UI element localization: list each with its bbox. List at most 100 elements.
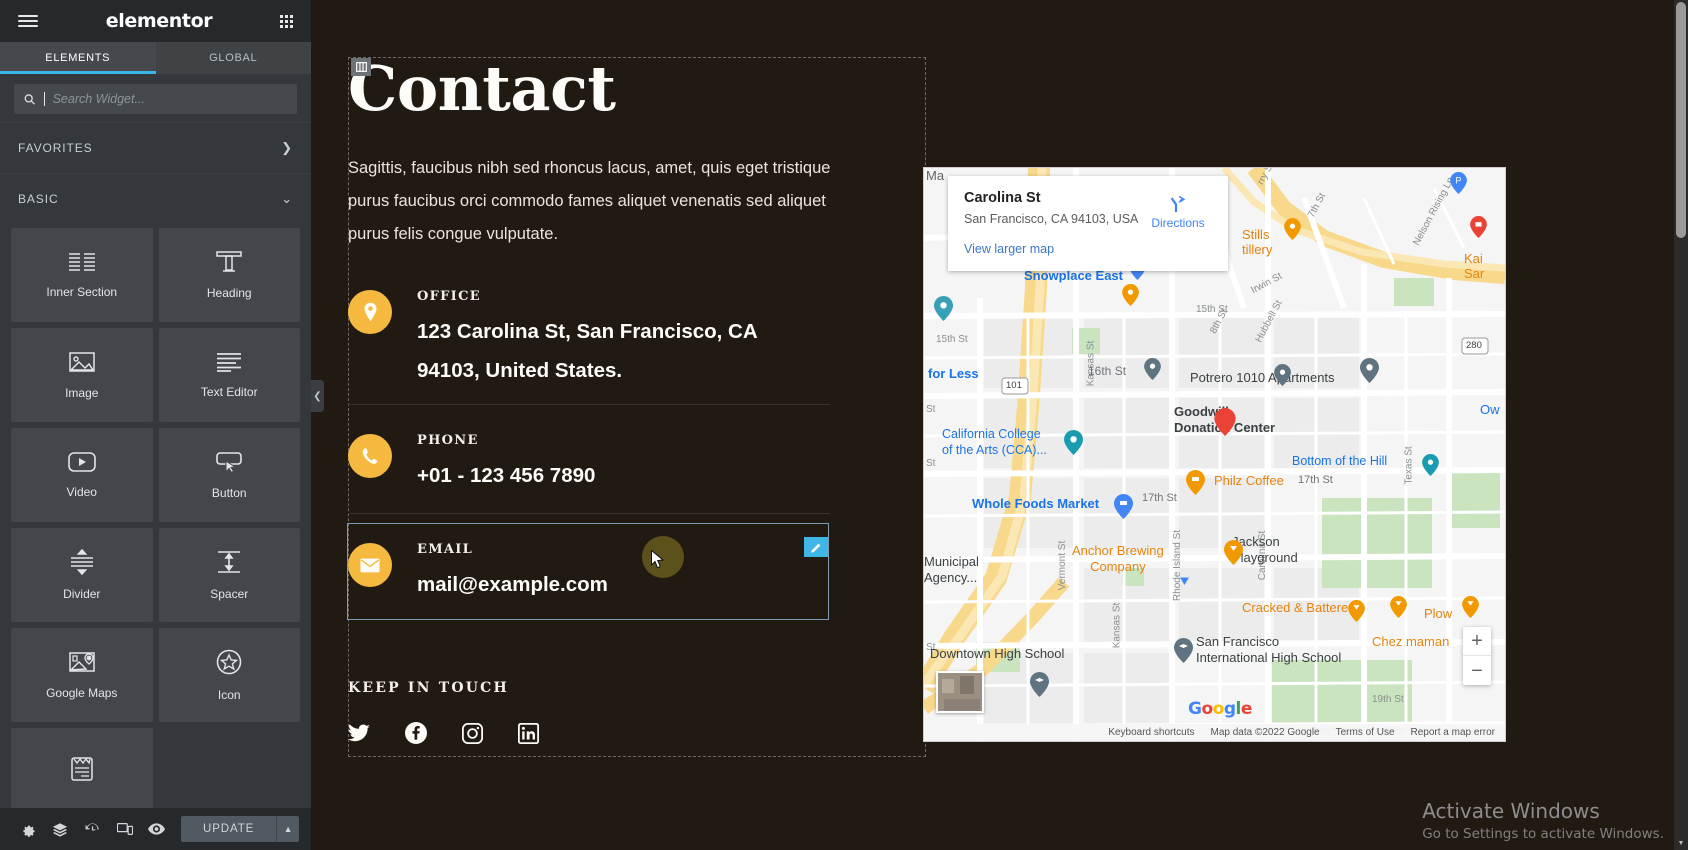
google-logo-letter: G <box>1188 699 1202 719</box>
eye-preview-icon[interactable] <box>141 808 173 850</box>
widget-icon[interactable]: Icon <box>158 627 300 722</box>
map-pin-grey-3[interactable] <box>1360 358 1379 383</box>
google-logo-letter: e <box>1240 699 1253 719</box>
widget-divider[interactable]: Divider <box>11 527 153 622</box>
hamburger-menu-icon[interactable] <box>18 15 38 27</box>
google-logo[interactable]: Google <box>1188 699 1252 719</box>
map-poi-label[interactable]: Municipal Agency... <box>924 554 979 587</box>
map-poi-label[interactable]: Potrero 1010 Apartments <box>1190 370 1335 385</box>
widget-image[interactable]: Image <box>11 327 153 422</box>
map-poi-label[interactable]: Anchor Brewing Company <box>1072 543 1164 576</box>
widget-text-editor[interactable]: Text Editor <box>158 327 300 422</box>
map-street-label: 16th St <box>1088 364 1127 378</box>
panel-footer: UPDATE ▲ <box>0 808 311 850</box>
map-pin-orange-plow[interactable] <box>1390 596 1409 621</box>
caret-up-icon[interactable]: ▲ <box>276 816 299 842</box>
zoom-in-button[interactable]: + <box>1463 627 1491 656</box>
info-row-office[interactable]: OFFICE 123 Carolina St, San Francisco, C… <box>348 275 830 382</box>
report-map-error-link[interactable]: Report a map error <box>1411 727 1495 738</box>
app-grid-icon[interactable] <box>280 14 293 28</box>
map-poi-label[interactable]: San Francisco International High School <box>1196 634 1341 667</box>
directions-button[interactable]: Directions <box>1142 192 1214 230</box>
map-pin-teal[interactable] <box>934 296 953 321</box>
map-pin-teal-cca[interactable] <box>1064 430 1083 455</box>
tab-global[interactable]: GLOBAL <box>156 42 312 74</box>
map-pin-grey-2[interactable] <box>1144 358 1163 383</box>
map-poi-label[interactable]: for Less <box>928 366 979 381</box>
map-poi-label[interactable]: Downtown High School <box>930 646 1064 661</box>
page-scrollbar[interactable]: ▲ ▼ <box>1674 0 1688 850</box>
intro-paragraph: Sagittis, faucibus nibh sed rhoncus lacu… <box>348 159 831 243</box>
map-pin-orange-cracked[interactable] <box>1348 600 1367 625</box>
map-pin-blue-arrow <box>1180 536 1199 561</box>
zoom-out-button[interactable]: − <box>1463 656 1491 685</box>
map-pin-red[interactable] <box>1470 216 1489 241</box>
widget-label: Text Editor <box>200 384 258 399</box>
page-title: Contact <box>348 52 616 125</box>
map-pin-orange-4[interactable] <box>1122 284 1141 309</box>
map-poi-label[interactable]: Stills tillery <box>1242 227 1272 258</box>
category-basic[interactable]: BASIC ⌄ <box>0 172 311 224</box>
map-poi-label[interactable]: Whole Foods Market <box>972 496 1099 511</box>
map-pin-grey[interactable] <box>1274 364 1293 389</box>
search-box[interactable] <box>14 84 297 114</box>
map-poi-label[interactable]: Kai Sar <box>1464 251 1484 282</box>
info-row-email[interactable]: EMAIL mail@example.com <box>348 528 830 614</box>
tab-elements[interactable]: ELEMENTS <box>0 42 156 74</box>
info-row-phone[interactable]: PHONE +01 - 123 456 7890 <box>348 419 830 511</box>
instagram-icon[interactable] <box>461 722 484 749</box>
map-pin-teal-2[interactable] <box>1422 454 1441 479</box>
twitter-bird-icon[interactable] <box>348 723 370 748</box>
map-pin-orange-chez[interactable] <box>1462 596 1481 621</box>
google-logo-letter: o <box>1201 699 1213 719</box>
facebook-circle-icon[interactable] <box>405 722 427 749</box>
map-pin-orange-philz[interactable] <box>1186 470 1205 495</box>
history-clock-icon[interactable] <box>76 808 108 850</box>
widget-heading[interactable]: Heading <box>158 227 300 322</box>
widget-label: Video <box>66 484 97 499</box>
map-pin-orange-anchor[interactable] <box>1224 540 1243 565</box>
widget-inner-section[interactable]: Inner Section <box>11 227 153 322</box>
map-pin-red-goodwill[interactable] <box>1214 408 1236 436</box>
map-pin-grey-dths[interactable] <box>1030 672 1049 697</box>
widget-button[interactable]: Button <box>158 427 300 522</box>
map-pin-blue-wholefoods[interactable] <box>1114 494 1133 519</box>
map-pin-orange[interactable] <box>1284 218 1303 243</box>
map-poi-label[interactable]: California College of the Arts (CCA)... <box>942 426 1047 459</box>
terms-of-use-link[interactable]: Terms of Use <box>1336 727 1395 738</box>
map-poi-label[interactable]: Chez maman <box>1372 634 1449 649</box>
map-poi-label[interactable]: Philz Coffee <box>1214 473 1284 488</box>
map-poi-label[interactable]: Cracked & Battered <box>1242 600 1355 615</box>
column-handle-icon[interactable] <box>351 58 371 76</box>
responsive-devices-icon[interactable] <box>109 808 141 850</box>
map-poi-label[interactable]: Plow <box>1424 606 1452 621</box>
scrollbar-thumb[interactable] <box>1676 2 1686 238</box>
map-pin-grey-sfihs[interactable] <box>1174 638 1193 663</box>
gear-icon[interactable] <box>12 808 44 850</box>
google-maps-widget[interactable]: Ma 7th St Nelson Rising Ln Irwin St 15th… <box>924 168 1505 741</box>
update-button[interactable]: UPDATE <box>181 816 277 842</box>
search-input[interactable] <box>52 92 287 106</box>
video-play-icon <box>67 451 96 472</box>
category-favorites[interactable]: FAVORITES ❯ <box>0 122 311 173</box>
info-value: 123 Carolina St, San Francisco, CA 94103… <box>417 320 757 382</box>
view-larger-map-link[interactable]: View larger map <box>964 242 1212 256</box>
info-label: OFFICE <box>417 289 481 304</box>
linkedin-icon[interactable] <box>517 722 540 749</box>
map-pin-blue-3[interactable] <box>1178 568 1197 593</box>
google-maps-icon <box>68 651 95 672</box>
street-view-thumbnail[interactable] <box>936 671 984 713</box>
scroll-down-button[interactable]: ▼ <box>1674 836 1688 850</box>
widget-video[interactable]: Video <box>11 427 153 522</box>
widget-spacer[interactable]: Spacer <box>158 527 300 622</box>
directions-arrow-icon <box>1170 195 1186 213</box>
panel-collapse-handle[interactable]: ❮ <box>311 380 324 412</box>
map-route-shield-280: 280 <box>1466 340 1482 351</box>
map-poi-label[interactable]: Bottom of the Hill <box>1292 454 1387 468</box>
layers-icon[interactable] <box>44 808 76 850</box>
pencil-edit-icon[interactable] <box>804 537 828 557</box>
map-pin-parking[interactable]: P <box>1450 172 1469 197</box>
widget-google-maps[interactable]: Google Maps <box>11 627 153 722</box>
widget-image-box[interactable] <box>11 727 153 808</box>
keyboard-shortcuts-link[interactable]: Keyboard shortcuts <box>1108 727 1194 738</box>
